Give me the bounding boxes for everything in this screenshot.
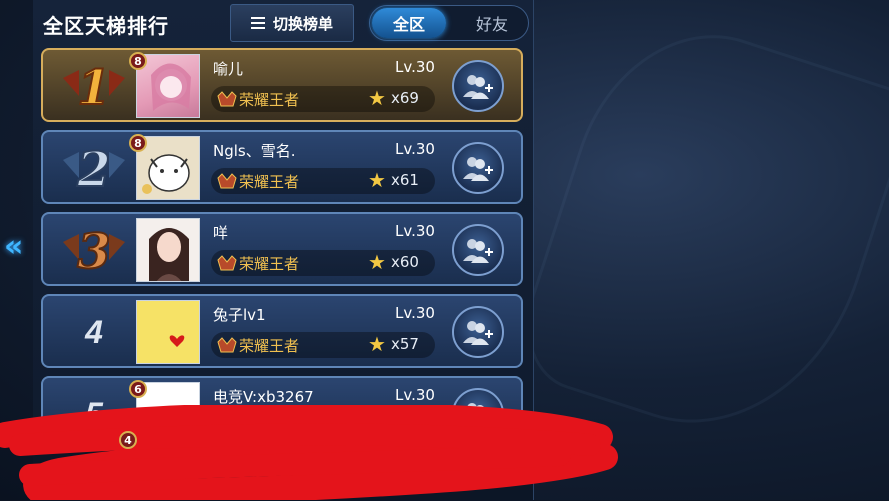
add-friend-button[interactable] — [452, 224, 504, 276]
tier-label: 荣耀王者 — [239, 255, 300, 273]
star-count: x61 — [391, 171, 419, 189]
left-chevron-icon[interactable]: « — [4, 232, 23, 262]
self-level-badge: 4 — [119, 431, 137, 449]
rank-number: 1 — [77, 60, 110, 116]
rank-2-badge: 2 — [63, 141, 125, 198]
add-friend-icon — [463, 321, 493, 345]
rank-emblem: 1 — [59, 58, 129, 116]
tab-all-regions[interactable]: 全区 — [372, 8, 446, 38]
player-level: Lv.30 — [395, 58, 435, 76]
tier-bar: 荣耀王者 ★ x61 — [211, 168, 435, 194]
star-icon: ★ — [368, 332, 386, 356]
crown-emblem-icon — [217, 173, 237, 189]
switch-list-label: 切换榜单 — [272, 14, 333, 33]
switch-list-button[interactable]: 切换榜单 — [230, 4, 354, 42]
tier-label: 荣耀王者 — [239, 91, 300, 109]
player-level: Lv.30 — [395, 140, 435, 158]
crown-emblem-icon — [217, 255, 237, 271]
add-friend-icon — [463, 239, 493, 263]
tier-bar: 荣耀王者 ★ x57 — [211, 332, 435, 358]
avatar[interactable] — [136, 300, 200, 364]
add-friend-button[interactable] — [452, 306, 504, 358]
crown-emblem-icon — [217, 337, 237, 353]
star-icon: ★ — [368, 86, 386, 110]
player-level: Lv.30 — [395, 304, 435, 322]
player-level-badge: 6 — [129, 380, 147, 398]
player-name: 电竞V:xb3267 — [213, 388, 314, 406]
leaderboard-row[interactable]: 1 8 喻儿 Lv.30 荣耀王者 ★ x69 — [41, 48, 523, 122]
player-name: Ngls、雪名. — [213, 142, 296, 160]
player-name: 兔子lv1 — [213, 306, 266, 324]
star-count: x60 — [391, 253, 419, 271]
leaderboard-row[interactable]: 4 兔子lv1 Lv.30 荣耀王者 ★ x57 — [41, 294, 523, 368]
tier-label: 荣耀王者 — [239, 337, 300, 355]
tier-label: 荣耀王者 — [239, 173, 300, 191]
leaderboard-header: 全区天梯排行 切换榜单 全区 好友 — [33, 0, 533, 46]
add-friend-button[interactable] — [452, 60, 504, 112]
player-level-badge: 8 — [129, 134, 147, 152]
tier-bar: 荣耀王者 ★ x69 — [211, 86, 435, 112]
scope-toggle: 全区 好友 — [369, 5, 529, 41]
star-icon: ★ — [368, 250, 386, 274]
page-title: 全区天梯排行 — [43, 14, 169, 38]
rank-emblem: 2 — [59, 140, 129, 198]
player-name: 咩 — [213, 224, 229, 242]
leaderboard-row[interactable]: 3 咩 Lv.30 荣耀王者 ★ x60 — [41, 212, 523, 286]
rank-emblem: 3 — [59, 222, 129, 280]
rank-3-badge: 3 — [63, 223, 125, 280]
star-count: x57 — [391, 335, 419, 353]
leaderboard-row[interactable]: 2 8 Ngls、雪名. Lv.30 荣耀王者 ★ x61 — [41, 130, 523, 204]
player-level: Lv.30 — [395, 386, 435, 404]
rank-number: 2 — [76, 142, 110, 198]
add-friend-icon — [463, 157, 493, 181]
redaction-scribble — [0, 405, 618, 500]
player-name: 喻儿 — [213, 60, 244, 78]
rank-emblem: 4 — [59, 304, 129, 360]
list-icon — [250, 17, 265, 29]
add-friend-icon — [463, 75, 493, 99]
tier-bar: 荣耀王者 ★ x60 — [211, 250, 435, 276]
add-friend-button[interactable] — [452, 142, 504, 194]
rank-number: 3 — [77, 224, 110, 280]
rank-1-badge: 1 — [63, 59, 125, 116]
tab-friends[interactable]: 好友 — [460, 8, 524, 38]
star-icon: ★ — [368, 168, 386, 192]
player-level: Lv.30 — [395, 222, 435, 240]
rank-number: 4 — [85, 313, 103, 350]
star-count: x69 — [391, 89, 419, 107]
avatar[interactable] — [136, 218, 200, 282]
player-level-badge: 8 — [129, 52, 147, 70]
crown-emblem-icon — [217, 91, 237, 107]
